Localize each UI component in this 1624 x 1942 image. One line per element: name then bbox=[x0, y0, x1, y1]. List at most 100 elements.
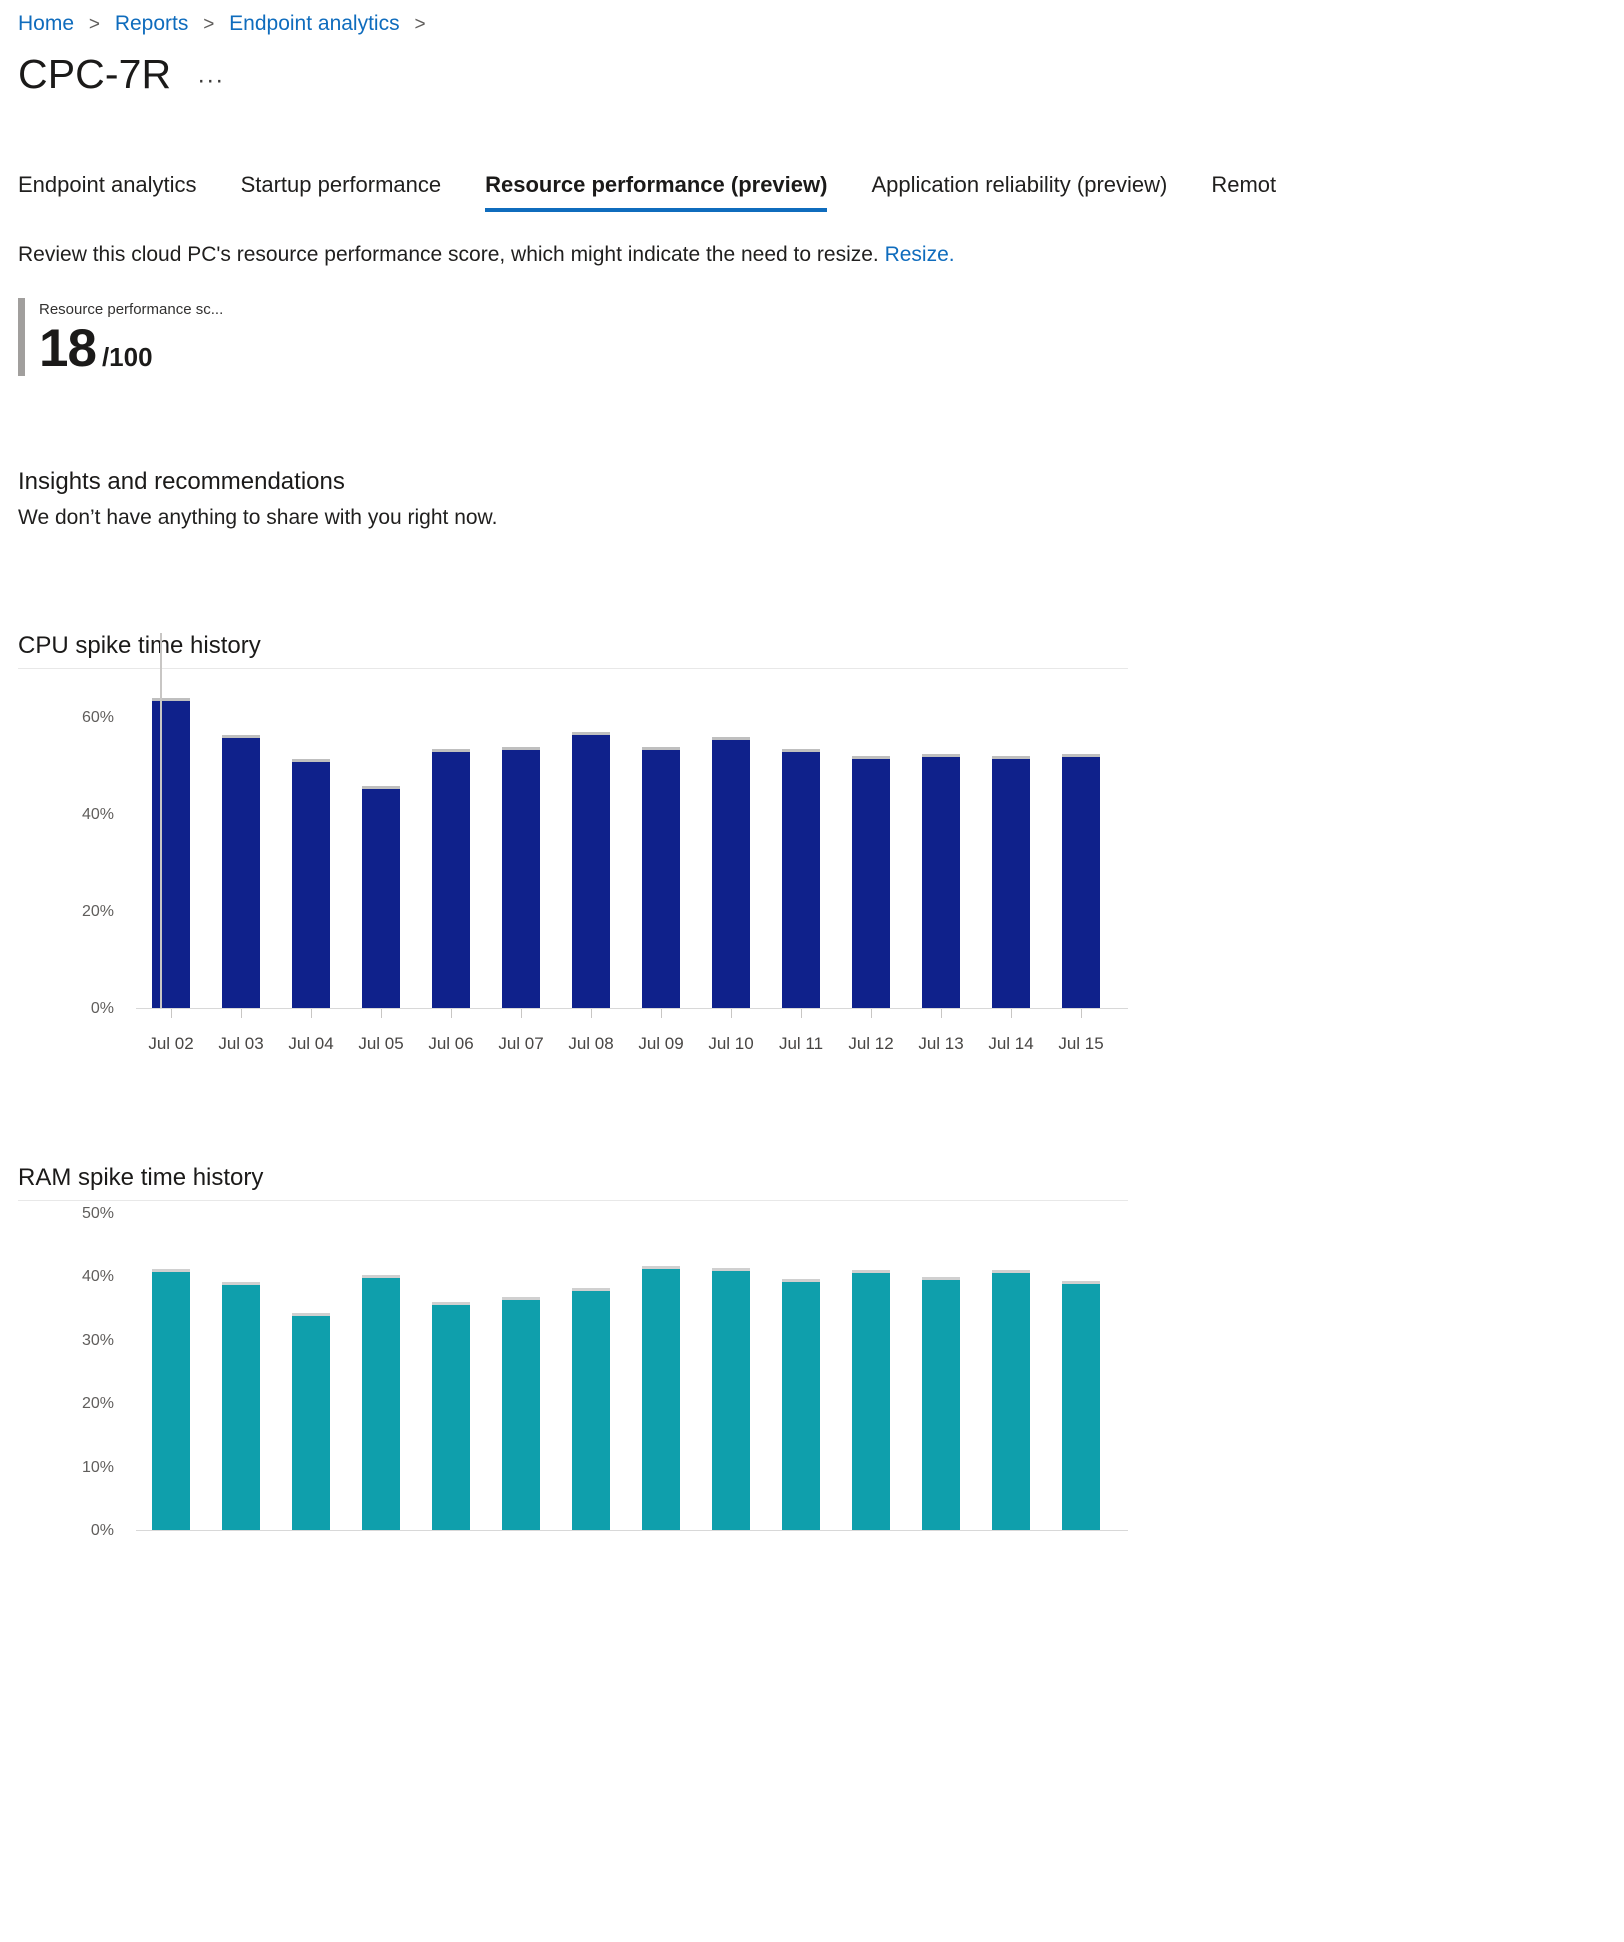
bar-slot[interactable] bbox=[486, 669, 556, 1009]
tab-resource-performance[interactable]: Resource performance (preview) bbox=[485, 170, 828, 212]
bar-slot[interactable] bbox=[486, 1201, 556, 1531]
tab-remoting-connection[interactable]: Remot bbox=[1211, 170, 1276, 212]
x-tick: Jul 09 bbox=[626, 1009, 696, 1054]
bar-slot[interactable] bbox=[346, 669, 416, 1009]
x-tick: Jul 07 bbox=[486, 1009, 556, 1054]
bar-slot[interactable] bbox=[136, 633, 206, 1009]
tab-startup-performance[interactable]: Startup performance bbox=[241, 170, 442, 212]
bar-slot[interactable] bbox=[766, 669, 836, 1009]
tab-endpoint-analytics[interactable]: Endpoint analytics bbox=[18, 170, 197, 212]
bar-slot[interactable] bbox=[206, 1201, 276, 1531]
cpu-y-tick-label: 60% bbox=[81, 708, 114, 726]
cpu-y-tick-label: 20% bbox=[81, 902, 114, 920]
cpu-bar[interactable] bbox=[502, 746, 540, 1009]
bar-slot[interactable] bbox=[416, 1201, 486, 1531]
x-tick-mark bbox=[240, 1009, 242, 1018]
cpu-bar[interactable] bbox=[852, 756, 890, 1009]
ram-bar[interactable] bbox=[362, 1275, 400, 1531]
resize-link[interactable]: Resize. bbox=[885, 243, 955, 266]
x-tick-mark bbox=[940, 1009, 942, 1018]
breadcrumb-separator-icon: > bbox=[203, 14, 215, 35]
cpu-bar[interactable] bbox=[992, 756, 1030, 1009]
bar-slot[interactable] bbox=[626, 669, 696, 1009]
cpu-bar[interactable] bbox=[152, 698, 190, 1009]
bar-slot[interactable] bbox=[976, 1201, 1046, 1531]
cpu-bar[interactable] bbox=[572, 732, 610, 1009]
bar-slot[interactable] bbox=[696, 1201, 766, 1531]
bar-slot[interactable] bbox=[416, 669, 486, 1009]
cpu-bar[interactable] bbox=[222, 734, 260, 1009]
cpu-bar[interactable] bbox=[642, 746, 680, 1009]
bar-slot[interactable] bbox=[1046, 669, 1116, 1009]
bar-slot[interactable] bbox=[556, 669, 626, 1009]
x-tick-label: Jul 09 bbox=[638, 1034, 684, 1053]
bar-slot[interactable] bbox=[556, 1201, 626, 1531]
x-tick: Jul 14 bbox=[976, 1009, 1046, 1054]
bar-slot[interactable] bbox=[836, 1201, 906, 1531]
tab-application-reliability[interactable]: Application reliability (preview) bbox=[871, 170, 1167, 212]
x-tick-label: Jul 08 bbox=[568, 1034, 614, 1053]
ram-bar[interactable] bbox=[222, 1281, 260, 1531]
cpu-bar[interactable] bbox=[1062, 754, 1100, 1009]
more-actions-icon[interactable]: ··· bbox=[197, 69, 224, 93]
score-card-value: 18 bbox=[39, 319, 97, 378]
chart-hover-indicator bbox=[160, 633, 162, 1009]
bar-slot[interactable] bbox=[976, 669, 1046, 1009]
x-tick-mark bbox=[520, 1009, 522, 1018]
cpu-bar[interactable] bbox=[362, 785, 400, 1009]
bar-slot[interactable] bbox=[906, 669, 976, 1009]
ram-bar[interactable] bbox=[152, 1268, 190, 1531]
cpu-bar[interactable] bbox=[782, 749, 820, 1009]
x-tick: Jul 08 bbox=[556, 1009, 626, 1054]
bar-slot[interactable] bbox=[766, 1201, 836, 1531]
x-tick-mark bbox=[800, 1009, 802, 1018]
page-description: Review this cloud PC's resource performa… bbox=[18, 240, 955, 269]
cpu-bar[interactable] bbox=[922, 754, 960, 1009]
x-tick-label: Jul 12 bbox=[848, 1034, 894, 1053]
bar-slot[interactable] bbox=[276, 1201, 346, 1531]
bar-slot[interactable] bbox=[346, 1201, 416, 1531]
bar-slot[interactable] bbox=[906, 1201, 976, 1531]
ram-bar[interactable] bbox=[502, 1297, 540, 1531]
ram-bar[interactable] bbox=[642, 1265, 680, 1531]
x-tick-mark bbox=[660, 1009, 662, 1018]
bar-slot[interactable] bbox=[136, 1201, 206, 1531]
x-tick-label: Jul 07 bbox=[498, 1034, 544, 1053]
resource-performance-score-card: Resource performance sc... 18 /100 bbox=[18, 298, 223, 376]
breadcrumb-item-reports[interactable]: Reports bbox=[115, 12, 189, 35]
cpu-spike-time-history-chart: CPU spike time history 0% 20% 40% 60% Jul 0… bbox=[18, 630, 1128, 1065]
x-tick-mark bbox=[1010, 1009, 1012, 1018]
ram-bar[interactable] bbox=[572, 1287, 610, 1531]
ram-bar[interactable] bbox=[782, 1279, 820, 1531]
x-tick: Jul 13 bbox=[906, 1009, 976, 1054]
cpu-bar[interactable] bbox=[712, 737, 750, 1009]
insights-title: Insights and recommendations bbox=[18, 468, 345, 495]
ram-bar[interactable] bbox=[712, 1268, 750, 1531]
cpu-bar[interactable] bbox=[292, 758, 330, 1009]
ram-bar[interactable] bbox=[992, 1270, 1030, 1531]
cpu-chart-title: CPU spike time history bbox=[18, 632, 261, 659]
x-tick: Jul 11 bbox=[766, 1009, 836, 1054]
cpu-bar[interactable] bbox=[432, 749, 470, 1009]
cpu-chart-frame: 0% 20% 40% 60% Jul 02 Jul 03 Jul 04 Jul 05 Jul … bbox=[18, 633, 1128, 1065]
page-title: CPC-7R bbox=[18, 51, 172, 97]
ram-y-tick-label: 10% bbox=[81, 1458, 114, 1476]
bar-slot[interactable] bbox=[1046, 1201, 1116, 1531]
bar-slot[interactable] bbox=[276, 669, 346, 1009]
breadcrumb-item-endpoint-analytics[interactable]: Endpoint analytics bbox=[229, 12, 399, 35]
ram-bar[interactable] bbox=[852, 1270, 890, 1531]
breadcrumb-item-home[interactable]: Home bbox=[18, 12, 74, 35]
bar-slot[interactable] bbox=[696, 669, 766, 1009]
breadcrumb-separator-icon: > bbox=[414, 14, 426, 35]
ram-y-tick-label: 30% bbox=[81, 1331, 114, 1349]
cpu-chart-bars bbox=[136, 633, 1116, 1009]
ram-bar[interactable] bbox=[922, 1277, 960, 1531]
ram-bar[interactable] bbox=[292, 1313, 330, 1531]
bar-slot[interactable] bbox=[206, 669, 276, 1009]
ram-y-tick-label: 0% bbox=[90, 1522, 114, 1539]
ram-bar[interactable] bbox=[1062, 1280, 1100, 1531]
bar-slot[interactable] bbox=[626, 1201, 696, 1531]
bar-slot[interactable] bbox=[836, 669, 906, 1009]
insights-body: We don’t have anything to share with you… bbox=[18, 506, 498, 529]
ram-bar[interactable] bbox=[432, 1301, 470, 1531]
